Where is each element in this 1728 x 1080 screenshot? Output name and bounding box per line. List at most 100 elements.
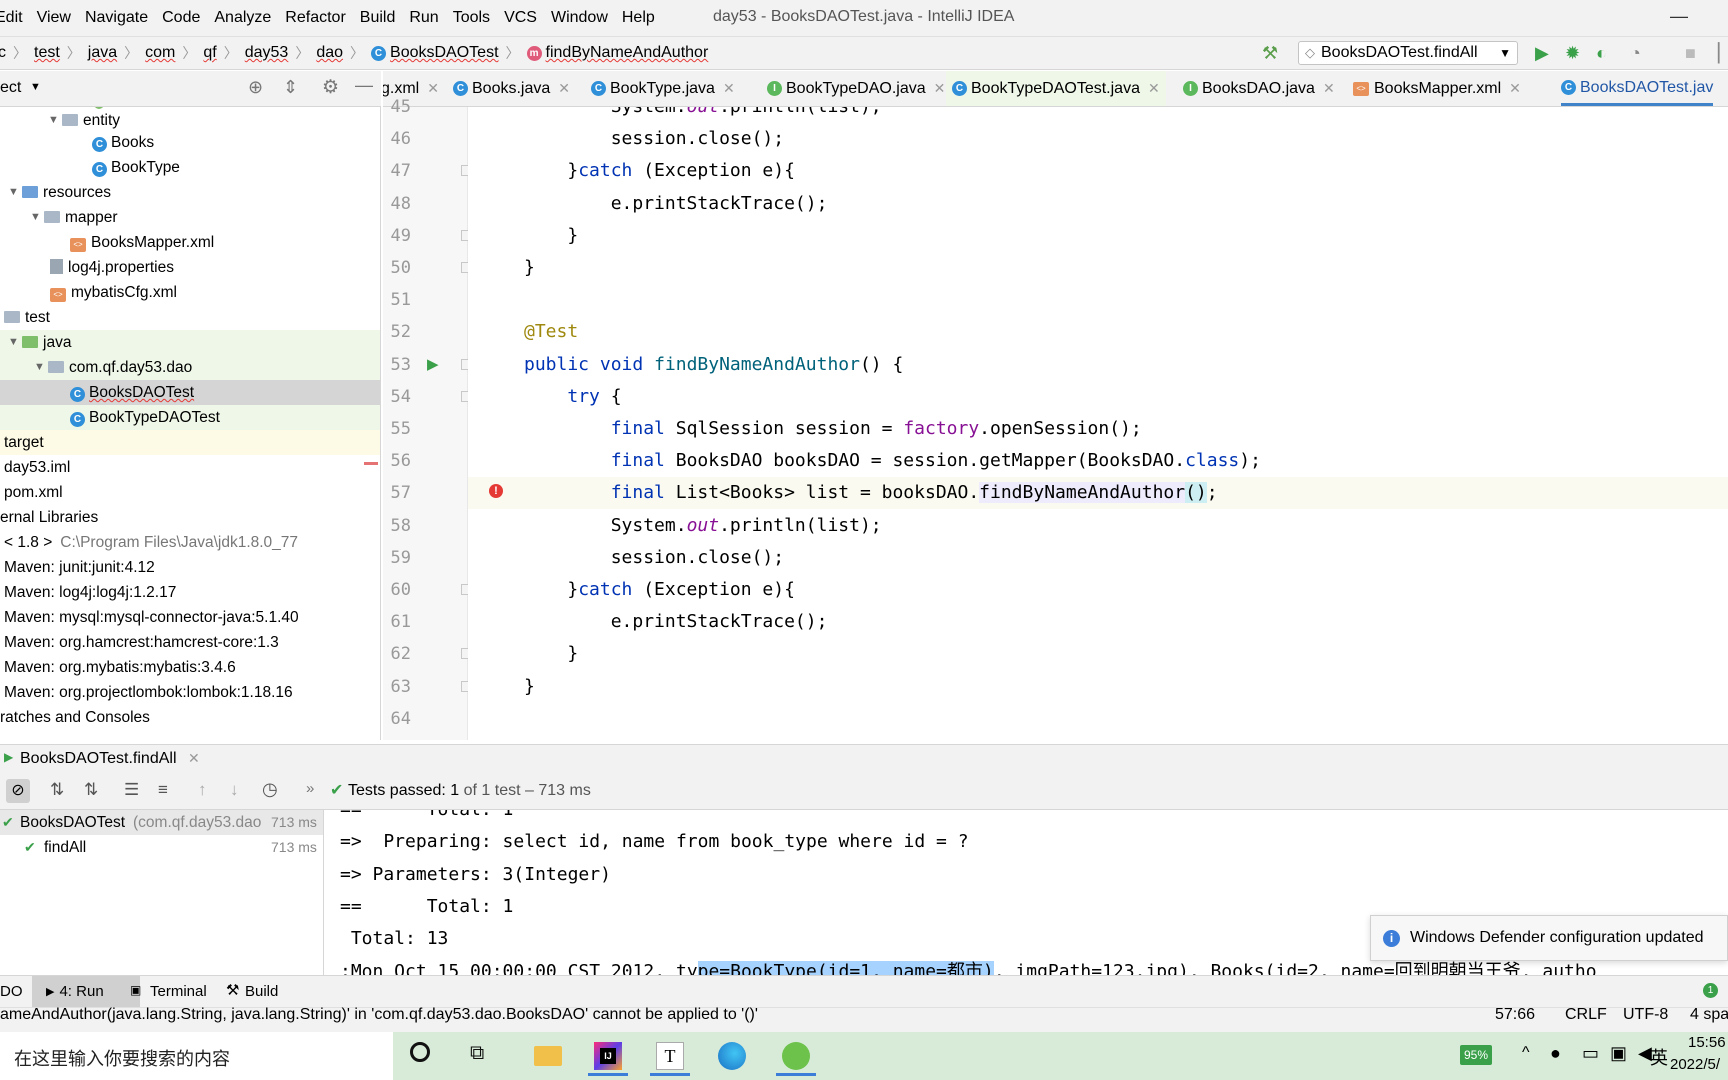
event-log-badge[interactable]: 1 bbox=[1703, 983, 1718, 998]
test-result-row[interactable]: ✔ BooksDAOTest (com.qf.day53.dao 713 ms bbox=[0, 810, 323, 835]
breadcrumb-item[interactable]: BooksDAOTest bbox=[390, 44, 498, 62]
menu-refactor[interactable]: Refactor bbox=[278, 9, 352, 27]
project-tree-row[interactable]: ▼ mapper bbox=[0, 205, 380, 230]
minimize-button[interactable]: — bbox=[1670, 6, 1688, 27]
project-view-label[interactable]: ect bbox=[0, 79, 21, 97]
code-line[interactable]: } bbox=[468, 671, 1728, 703]
close-icon[interactable]: ✕ bbox=[188, 750, 200, 767]
code-line[interactable] bbox=[468, 703, 1728, 735]
code-line[interactable]: }catch (Exception e){ bbox=[468, 574, 1728, 606]
storage-icon[interactable]: ▭ bbox=[1582, 1043, 1599, 1064]
console-line[interactable]: => Preparing: select id, name from book_… bbox=[340, 826, 969, 858]
close-icon[interactable]: ✕ bbox=[934, 71, 946, 106]
sort-alpha-icon[interactable]: ⇅ bbox=[50, 780, 64, 800]
network-icon[interactable]: ▣ bbox=[1610, 1043, 1627, 1064]
project-tree-row[interactable]: day53.iml bbox=[0, 455, 380, 480]
app-green-icon[interactable] bbox=[776, 1036, 816, 1076]
close-icon[interactable]: ✕ bbox=[1323, 71, 1335, 106]
project-tree-row[interactable]: ▼ java bbox=[0, 330, 380, 355]
ime-indicator[interactable]: 英 bbox=[1650, 1044, 1668, 1070]
error-stripe-marker[interactable] bbox=[364, 462, 378, 465]
indent-setting[interactable]: 4 spaces bbox=[1690, 1006, 1728, 1024]
cortana-icon[interactable] bbox=[410, 1042, 430, 1062]
project-tree-row[interactable]: test bbox=[0, 305, 380, 330]
console-line[interactable]: Total: 13 bbox=[340, 923, 449, 955]
console-line[interactable]: == Total: 1 bbox=[340, 891, 513, 923]
intellij-idea-icon[interactable]: IJ bbox=[588, 1036, 628, 1076]
file-explorer-icon[interactable] bbox=[528, 1036, 568, 1076]
code-line[interactable]: final SqlSession session = factory.openS… bbox=[468, 413, 1728, 445]
menu-view[interactable]: View bbox=[30, 9, 78, 27]
collapse-all-icon[interactable]: ⇕ bbox=[283, 77, 298, 98]
breadcrumb-item[interactable]: day53 bbox=[245, 44, 289, 62]
stop-icon[interactable]: ■ bbox=[1685, 43, 1696, 64]
editor-tab[interactable]: I BooksDAO.java ✕ bbox=[1183, 71, 1335, 106]
editor-tab[interactable]: I BookTypeDAO.java ✕ bbox=[767, 71, 945, 106]
todo-tool-button[interactable]: DO bbox=[0, 983, 23, 1000]
project-tree-row[interactable]: log4j.properties bbox=[0, 255, 380, 280]
stop-filter-icon[interactable]: ⊘ bbox=[6, 779, 30, 803]
project-tree-row[interactable]: Maven: log4j:log4j:1.2.17 bbox=[0, 580, 380, 605]
run-test-icon[interactable]: ▶ bbox=[427, 355, 439, 373]
project-tree-row[interactable]: C Books bbox=[0, 130, 380, 155]
code-line[interactable]: public void findByNameAndAuthor() { bbox=[468, 349, 1728, 381]
breadcrumb-item[interactable]: dao bbox=[316, 44, 343, 62]
code-line[interactable]: session.close(); bbox=[468, 123, 1728, 155]
code-line[interactable]: System.out.println(list); bbox=[468, 107, 1728, 123]
project-tree-row[interactable]: ▼ com.qf.day53.dao bbox=[0, 355, 380, 380]
console-line[interactable]: => Parameters: 3(Integer) bbox=[340, 859, 611, 891]
project-tree-row[interactable]: pom.xml bbox=[0, 480, 380, 505]
run-tab-label[interactable]: BooksDAOTest.findAll bbox=[20, 750, 177, 768]
editor-tab[interactable]: C BookType.java ✕ bbox=[591, 71, 735, 106]
project-tree-row[interactable]: target bbox=[0, 430, 380, 455]
expand-arrow-icon[interactable]: ▼ bbox=[34, 355, 45, 380]
more-icon[interactable]: » bbox=[306, 780, 314, 797]
code-line[interactable]: e.printStackTrace(); bbox=[468, 606, 1728, 638]
edge-browser-icon[interactable] bbox=[712, 1036, 752, 1076]
task-view-icon[interactable]: ⧉ bbox=[470, 1042, 484, 1065]
run-icon[interactable]: ▶ bbox=[1535, 43, 1549, 64]
close-icon[interactable]: ✕ bbox=[723, 71, 735, 106]
test-result-row[interactable]: ✔ findAll 713 ms bbox=[0, 835, 323, 860]
close-icon[interactable]: ✕ bbox=[1509, 71, 1521, 106]
breadcrumb-item[interactable]: qf bbox=[203, 44, 216, 62]
project-tree-row[interactable]: <> mybatisCfg.xml bbox=[0, 280, 380, 305]
expand-all-icon[interactable]: ☰ bbox=[124, 780, 139, 800]
project-tree-row[interactable]: ernal Libraries bbox=[0, 505, 380, 530]
project-tree-row[interactable]: Maven: junit:junit:4.12 bbox=[0, 555, 380, 580]
battery-indicator[interactable]: 95% bbox=[1460, 1045, 1493, 1065]
terminal-tool-button[interactable]: Terminal bbox=[150, 983, 207, 1000]
project-tree-row[interactable]: Maven: org.projectlombok:lombok:1.18.16 bbox=[0, 680, 380, 705]
chevron-down-icon[interactable]: ▼ bbox=[30, 81, 41, 93]
code-line[interactable]: final BooksDAO booksDAO = session.getMap… bbox=[468, 445, 1728, 477]
close-icon[interactable]: ✕ bbox=[558, 71, 570, 106]
typora-icon[interactable]: T bbox=[650, 1036, 690, 1076]
code-editor[interactable]: System.out.println(list); session.close(… bbox=[468, 107, 1728, 740]
editor-tab[interactable]: C BookTypeDAOTest.java ✕ bbox=[946, 71, 1166, 106]
clock-date[interactable]: 2022/5/ bbox=[1670, 1056, 1720, 1073]
breadcrumb-item[interactable]: findByNameAndAuthor bbox=[546, 44, 709, 62]
project-tree-row[interactable]: ratches and Consoles bbox=[0, 705, 380, 730]
history-icon[interactable]: ◷ bbox=[262, 779, 278, 800]
editor-tab[interactable]: C Books.java ✕ bbox=[453, 71, 570, 106]
menu-vcs[interactable]: VCS bbox=[497, 9, 544, 27]
code-line[interactable]: try { bbox=[468, 381, 1728, 413]
project-tree-row[interactable]: C BooksDAOTest bbox=[0, 380, 380, 405]
menu-tools[interactable]: Tools bbox=[446, 9, 497, 27]
build-hammer-icon[interactable]: ⚒ bbox=[1262, 43, 1278, 64]
editor-tab[interactable]: <> BooksMapper.xml ✕ bbox=[1353, 71, 1521, 106]
line-separator[interactable]: CRLF bbox=[1565, 1006, 1607, 1024]
project-tree-row[interactable]: Maven: org.mybatis:mybatis:3.4.6 bbox=[0, 655, 380, 680]
expand-arrow-icon[interactable]: ▼ bbox=[30, 205, 41, 230]
breadcrumb-item[interactable]: com bbox=[145, 44, 175, 62]
menu-code[interactable]: Code bbox=[155, 9, 207, 27]
build-tool-button[interactable]: Build bbox=[245, 983, 278, 1000]
breadcrumb-item[interactable]: c bbox=[0, 44, 6, 62]
code-line[interactable]: }catch (Exception e){ bbox=[468, 155, 1728, 187]
code-line[interactable]: } bbox=[468, 252, 1728, 284]
menu-run[interactable]: Run bbox=[402, 9, 445, 27]
breadcrumb-item[interactable]: test bbox=[34, 44, 60, 62]
menu-help[interactable]: Help bbox=[615, 9, 662, 27]
menu-analyze[interactable]: Analyze bbox=[207, 9, 278, 27]
caret-position[interactable]: 57:66 bbox=[1495, 1006, 1535, 1024]
